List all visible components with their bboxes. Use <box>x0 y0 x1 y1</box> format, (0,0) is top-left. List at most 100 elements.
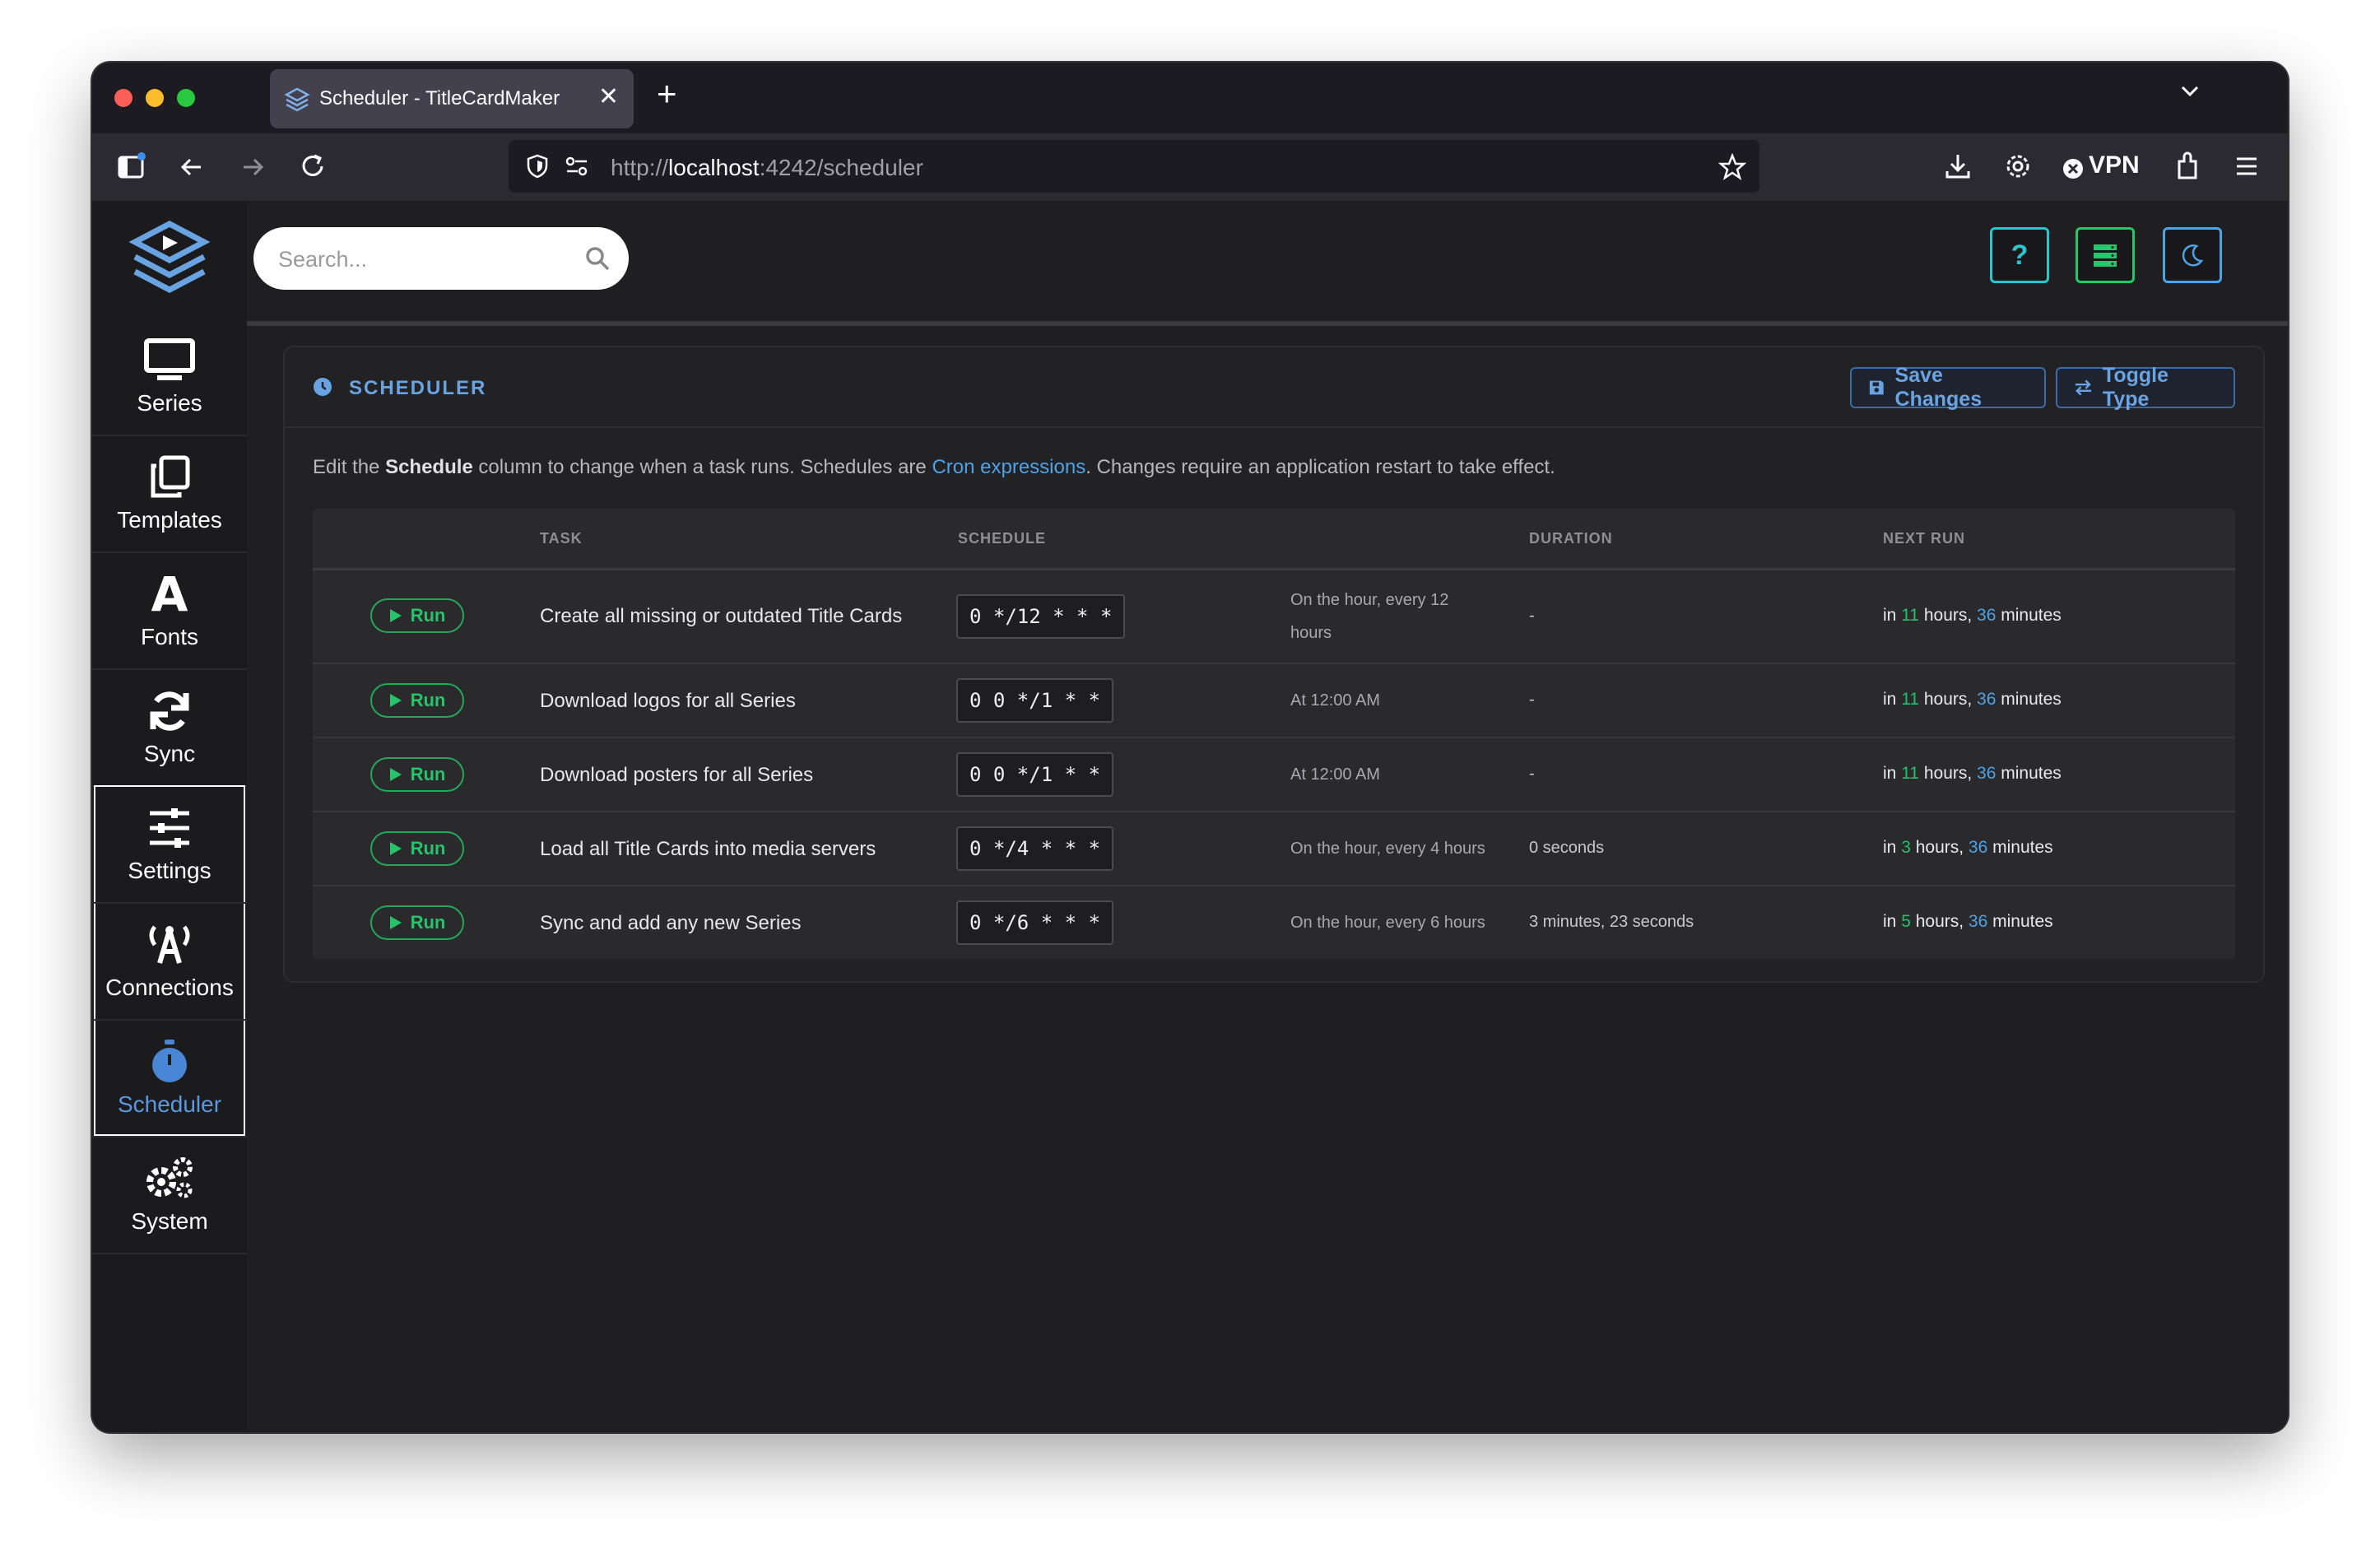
moon-icon <box>2182 244 2204 267</box>
next-run-text: minutes <box>1996 606 2062 625</box>
table-row: Run Load all Title Cards into media serv… <box>313 812 2235 886</box>
run-button[interactable]: Run <box>370 598 464 633</box>
search-input[interactable] <box>277 242 576 277</box>
next-run-text: in <box>1883 606 1902 625</box>
back-arrow-icon[interactable] <box>178 153 206 181</box>
toggle-type-button[interactable]: Toggle Type <box>2056 364 2235 411</box>
sidebar-item-label: Sync <box>143 741 196 766</box>
shield-icon[interactable] <box>525 153 550 179</box>
desc-text: column to change when a task runs. Sched… <box>472 456 932 478</box>
scheduler-card: SCHEDULER Save Changes Toggle Type Edit … <box>283 346 2265 983</box>
toggle-type-label: Toggle Type <box>2102 364 2168 411</box>
run-button[interactable]: Run <box>370 831 464 866</box>
next-run-text: minutes <box>1987 912 2053 931</box>
url-bar[interactable]: http://localhost:4242/scheduler <box>509 140 1759 193</box>
sidebar-item-label: Connections <box>105 975 234 1000</box>
site-permissions-icon[interactable] <box>565 155 589 178</box>
schedule-description-line: On the hour, every 6 hours <box>1290 914 1485 932</box>
vpn-label[interactable]: VPN <box>2089 151 2140 179</box>
url-host: localhost <box>668 155 760 180</box>
desc-text: . Changes require an application restart… <box>1085 456 1555 478</box>
next-run-text: minutes <box>1996 764 2062 783</box>
server-status-button[interactable] <box>2076 227 2135 283</box>
run-button[interactable]: Run <box>370 757 464 792</box>
schedule-input[interactable]: 0 */6 * * * <box>956 900 1113 945</box>
duration: 3 minutes, 23 seconds <box>1529 913 1694 931</box>
schedule-description-line: On the hour, every 12 <box>1290 591 1449 609</box>
help-button[interactable]: ? <box>1990 227 2049 283</box>
next-run-text: hours, <box>1919 690 1978 709</box>
next-run: in 11 hours, 36 minutes <box>1883 690 2062 710</box>
search-icon[interactable] <box>584 245 611 272</box>
schedule-input[interactable]: 0 0 */1 * * <box>956 752 1113 797</box>
sidebar-item-system[interactable]: System <box>92 1136 247 1254</box>
sidebar: Series Templates A Fonts Sync Settings C… <box>92 201 247 1432</box>
schedule-description-line: At 12:00 AM <box>1290 691 1380 710</box>
next-run-hours: 5 <box>1901 912 1911 931</box>
next-run-hours: 11 <box>1901 690 1919 709</box>
sliders-icon <box>150 808 189 848</box>
menu-icon[interactable] <box>2234 153 2260 179</box>
url-text[interactable]: http://localhost:4242/scheduler <box>611 155 923 181</box>
stopwatch-icon <box>152 1040 187 1082</box>
table-row: Run Download posters for all Series 0 0 … <box>313 738 2235 812</box>
next-run: in 3 hours, 36 minutes <box>1883 838 2053 858</box>
topbar-divider <box>247 321 2288 326</box>
schedule-description: On the hour, every 6 hours <box>1290 906 1485 939</box>
sidebar-item-sync[interactable]: Sync <box>92 668 247 787</box>
gears-icon <box>146 1157 193 1198</box>
schedule-input[interactable]: 0 0 */1 * * <box>956 678 1113 723</box>
sidebar-item-settings[interactable]: Settings <box>92 785 247 904</box>
run-label: Run <box>410 838 446 858</box>
sidebar-item-connections[interactable]: Connections <box>92 902 247 1021</box>
tab-close-icon[interactable]: ✕ <box>598 82 619 111</box>
sidebar-item-scheduler[interactable]: Scheduler <box>92 1019 247 1138</box>
clock-icon <box>314 378 332 396</box>
minimize-window-button[interactable] <box>146 89 164 107</box>
task-name: Download logos for all Series <box>540 690 796 712</box>
play-icon <box>389 842 402 855</box>
chevron-down-icon[interactable] <box>2178 79 2202 104</box>
download-icon[interactable] <box>1944 151 1972 181</box>
header-next-run: NEXT RUN <box>1883 530 1966 547</box>
schedule-description: At 12:00 AM <box>1290 758 1380 791</box>
schedule-description-line: At 12:00 AM <box>1290 765 1380 784</box>
gear-icon[interactable] <box>2003 151 2033 181</box>
cron-expressions-link[interactable]: Cron expressions <box>932 456 1085 478</box>
sidebar-item-label: Fonts <box>140 624 199 649</box>
run-button[interactable]: Run <box>370 905 464 940</box>
copy-icon <box>151 455 190 498</box>
header-task: TASK <box>540 530 583 547</box>
save-changes-button[interactable]: Save Changes <box>1850 364 2046 411</box>
forward-arrow-icon[interactable] <box>239 153 267 181</box>
schedule-input[interactable]: 0 */4 * * * <box>956 826 1113 871</box>
new-tab-button[interactable]: + <box>657 74 677 114</box>
browser-tab[interactable]: Scheduler - TitleCardMaker ✕ <box>270 69 634 128</box>
sidebar-item-label: Settings <box>128 858 212 883</box>
extensions-icon[interactable] <box>2174 150 2204 181</box>
next-run: in 5 hours, 36 minutes <box>1883 912 2053 932</box>
sidebar-item-series[interactable]: Series <box>92 318 247 436</box>
next-run-text: in <box>1883 690 1902 709</box>
maximize-window-button[interactable] <box>177 89 195 107</box>
header-schedule: SCHEDULE <box>958 530 1047 547</box>
duration: 0 seconds <box>1529 839 1605 857</box>
sidebar-toggle-icon[interactable] <box>117 151 146 181</box>
bookmark-star-icon[interactable] <box>1718 153 1746 181</box>
app-logo[interactable] <box>127 219 212 301</box>
next-run-text: in <box>1883 912 1902 931</box>
reload-icon[interactable] <box>298 151 328 181</box>
tab-title: Scheduler - TitleCardMaker <box>319 87 560 109</box>
schedule-input[interactable]: 0 */12 * * * <box>956 594 1126 639</box>
next-run-minutes: 36 <box>1977 764 1997 783</box>
next-run: in 11 hours, 36 minutes <box>1883 764 2062 784</box>
run-button[interactable]: Run <box>370 683 464 718</box>
sidebar-item-templates[interactable]: Templates <box>92 435 247 553</box>
vpn-icon[interactable] <box>2062 158 2084 179</box>
duration: - <box>1529 691 1535 709</box>
close-window-button[interactable] <box>114 89 132 107</box>
theme-toggle-button[interactable] <box>2163 227 2222 283</box>
next-run-text: in <box>1883 838 1902 857</box>
nav-toolbar: http://localhost:4242/scheduler VPN <box>92 133 2288 201</box>
sidebar-item-fonts[interactable]: A Fonts <box>92 551 247 670</box>
